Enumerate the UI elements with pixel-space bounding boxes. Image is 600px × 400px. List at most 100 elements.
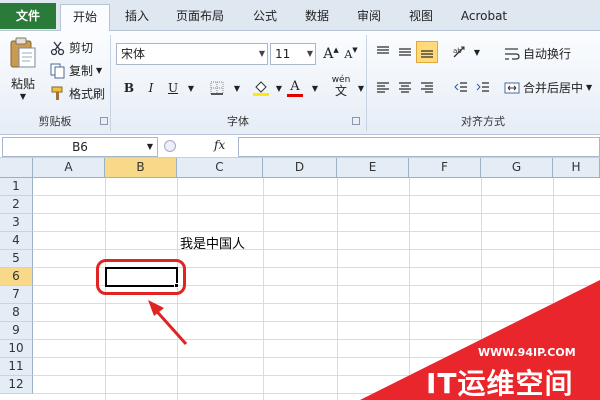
increase-indent-button[interactable] [472, 77, 494, 99]
watermark-brand: IT运维空间 [426, 367, 574, 400]
tab-view[interactable]: 视图 [398, 4, 444, 31]
select-all-corner[interactable] [0, 158, 33, 178]
row-header[interactable]: 12 [0, 376, 33, 394]
column-header-g[interactable]: G [481, 158, 553, 178]
gridline [33, 195, 600, 196]
copy-chevron-icon: ▼ [96, 66, 103, 75]
font-launcher-icon[interactable] [352, 117, 360, 125]
font-color-label: A [290, 78, 300, 94]
row-header[interactable]: 9 [0, 322, 33, 340]
row-header[interactable]: 5 [0, 250, 33, 268]
svg-text:ab: ab [453, 47, 462, 55]
ribbon: 粘贴 ▼ 剪切 复制 ▼ 格式刷 剪贴板 宋体 ▼ 11 ▼ A ▲ A ▼ B… [0, 31, 600, 135]
merge-center-icon [504, 82, 520, 93]
cell-c4[interactable]: 我是中国人 [180, 233, 245, 252]
copy-button[interactable]: 复制 ▼ [50, 62, 102, 79]
paste-chevron-icon: ▼ [19, 92, 27, 101]
cut-label: 剪切 [69, 41, 94, 55]
gridline [337, 178, 338, 400]
align-middle-icon [399, 48, 411, 56]
row-header[interactable]: 3 [0, 214, 33, 232]
paste-button[interactable]: 粘贴 ▼ [6, 37, 40, 101]
row-header[interactable]: 11 [0, 358, 33, 376]
gridline [33, 249, 600, 250]
highlight-annotation [96, 259, 186, 295]
column-header-b[interactable]: B [105, 158, 177, 178]
align-center-icon [399, 82, 411, 93]
phonetic-chevron-icon[interactable]: ▼ [350, 77, 372, 99]
tab-page-layout[interactable]: 页面布局 [168, 4, 232, 31]
tab-formulas[interactable]: 公式 [240, 4, 290, 31]
column-header-e[interactable]: E [337, 158, 409, 178]
orientation-chevron-icon[interactable]: ▼ [466, 41, 488, 63]
column-header-d[interactable]: D [263, 158, 337, 178]
bold-button[interactable]: B [118, 77, 140, 99]
wrap-text-icon [505, 47, 520, 60]
insert-function-button[interactable]: fx [214, 138, 225, 152]
gridline [33, 231, 600, 232]
borders-chevron-icon[interactable]: ▼ [226, 77, 248, 99]
tab-review[interactable]: 审阅 [346, 4, 392, 31]
tab-home[interactable]: 开始 [60, 4, 110, 32]
shrink-font-label: A [344, 47, 353, 61]
borders-icon [210, 81, 224, 95]
font-name-value: 宋体 [121, 47, 146, 61]
row-header[interactable]: 1 [0, 178, 33, 196]
paste-label: 粘贴 [10, 77, 35, 91]
tab-data[interactable]: 数据 [294, 4, 340, 31]
column-header-c[interactable]: C [177, 158, 263, 178]
row-header[interactable]: 10 [0, 340, 33, 358]
align-top-button[interactable] [372, 41, 394, 63]
gridline [263, 178, 264, 400]
align-right-icon [421, 82, 433, 93]
font-color-chevron-icon[interactable]: ▼ [304, 77, 326, 99]
column-header-h[interactable]: H [553, 158, 600, 178]
row-header[interactable]: 8 [0, 304, 33, 322]
align-center-button[interactable] [394, 77, 416, 99]
wrap-text-button[interactable]: 自动换行 [504, 45, 571, 62]
copy-icon [50, 63, 65, 78]
underline-chevron-icon[interactable]: ▼ [180, 77, 202, 99]
font-color-button[interactable]: A [284, 77, 306, 99]
align-bottom-icon [421, 50, 433, 58]
clipboard-launcher-icon[interactable] [100, 117, 108, 125]
cut-button[interactable]: 剪切 [50, 39, 93, 56]
alignment-group-label: 对齐方式 [461, 115, 505, 128]
borders-button[interactable] [206, 77, 228, 99]
row-header[interactable]: 2 [0, 196, 33, 214]
merge-center-button[interactable]: 合并后居中 ▼ [504, 79, 592, 96]
format-painter-button[interactable]: 格式刷 [50, 85, 105, 102]
watermark-url: WWW.94IP.COM [478, 346, 576, 359]
merge-center-label: 合并后居中 [523, 81, 584, 95]
font-group-label: 字体 [227, 115, 249, 128]
copy-label: 复制 [69, 64, 94, 78]
column-header-f[interactable]: F [409, 158, 481, 178]
scissors-icon [50, 41, 65, 55]
align-right-button[interactable] [416, 77, 438, 99]
paste-icon [10, 37, 36, 68]
shrink-font-button[interactable]: A ▼ [340, 43, 362, 65]
ribbon-tabs: 文件 开始 插入 页面布局 公式 数据 审阅 视图 Acrobat [0, 0, 600, 32]
font-size-dropdown[interactable]: 11 ▼ [270, 43, 316, 65]
row-header-selected[interactable]: 6 [0, 268, 33, 286]
font-name-dropdown[interactable]: 宋体 ▼ [116, 43, 268, 65]
row-header[interactable]: 4 [0, 232, 33, 250]
row-header[interactable]: 7 [0, 286, 33, 304]
tab-insert[interactable]: 插入 [114, 4, 160, 31]
clipboard-group-label: 剪贴板 [38, 115, 72, 128]
tab-file[interactable]: 文件 [0, 3, 56, 29]
align-left-button[interactable] [372, 77, 394, 99]
tab-acrobat[interactable]: Acrobat [452, 4, 516, 31]
grow-font-button[interactable]: A ▲ [320, 43, 342, 65]
align-middle-button[interactable] [394, 41, 416, 63]
name-box[interactable]: B6 ▼ [2, 137, 158, 157]
formula-input[interactable] [238, 137, 600, 157]
grow-font-label: A [323, 46, 334, 62]
phonetic-label: wén [331, 74, 351, 85]
italic-button[interactable]: I [140, 77, 162, 99]
decrease-indent-button[interactable] [450, 77, 472, 99]
paintbrush-icon [51, 86, 63, 100]
align-bottom-button[interactable] [416, 41, 438, 63]
column-header-a[interactable]: A [33, 158, 105, 178]
formula-expand-icon[interactable] [164, 140, 176, 152]
